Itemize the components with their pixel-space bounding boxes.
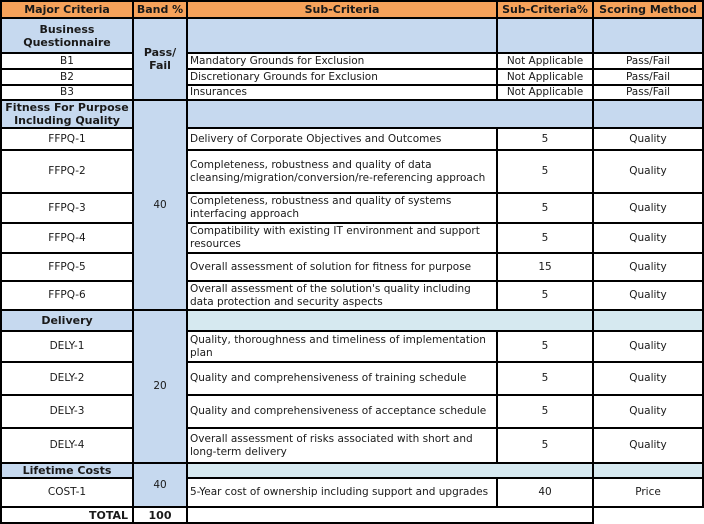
total-spacer	[186, 506, 594, 524]
sub-criteria-pct: 5	[496, 330, 594, 363]
criteria-id: FFPQ-4	[0, 222, 134, 254]
sub-criteria-pct: 5	[496, 222, 594, 254]
criteria-id: FFPQ-2	[0, 149, 134, 194]
criteria-id: FFPQ-3	[0, 192, 134, 224]
sub-criteria-text: Overall assessment of the solution's qua…	[186, 280, 498, 311]
criteria-id: FFPQ-6	[0, 280, 134, 311]
criteria-id: DELY-3	[0, 394, 134, 429]
scoring-method: Quality	[592, 149, 704, 194]
section-spacer	[186, 99, 594, 129]
criteria-id: DELY-4	[0, 427, 134, 464]
section-spacer	[186, 17, 498, 54]
sub-criteria-pct: 5	[496, 192, 594, 224]
total-value: 100	[132, 506, 188, 524]
band-business: Pass/ Fail	[132, 17, 188, 101]
section-fitness-for-purpose: Fitness For Purpose Including Quality	[0, 99, 134, 129]
scoring-method: Quality	[592, 252, 704, 282]
band-delivery: 20	[132, 309, 188, 464]
sub-criteria-text: Overall assessment of risks associated w…	[186, 427, 498, 464]
sub-criteria-pct: 15	[496, 252, 594, 282]
scoring-method: Quality	[592, 127, 704, 151]
sub-criteria-text: Compatibility with existing IT environme…	[186, 222, 498, 254]
section-delivery: Delivery	[0, 309, 134, 332]
band-fitness: 40	[132, 99, 188, 311]
sub-criteria-text: Overall assessment of solution for fitne…	[186, 252, 498, 282]
sub-criteria-text: Quality, thoroughness and timeliness of …	[186, 330, 498, 363]
sub-criteria-text: 5-Year cost of ownership including suppo…	[186, 477, 498, 508]
sub-criteria-pct: 5	[496, 127, 594, 151]
criteria-id: DELY-2	[0, 361, 134, 396]
scoring-method: Quality	[592, 192, 704, 224]
sub-criteria-text: Quality and comprehensiveness of accepta…	[186, 394, 498, 429]
scoring-method: Quality	[592, 330, 704, 363]
section-spacer	[592, 309, 704, 332]
criteria-id: DELY-1	[0, 330, 134, 363]
section-spacer	[496, 17, 594, 54]
criteria-id: FFPQ-1	[0, 127, 134, 151]
sub-criteria-pct: 5	[496, 280, 594, 311]
section-spacer	[186, 309, 594, 332]
scoring-method: Quality	[592, 222, 704, 254]
sub-criteria-pct: 5	[496, 149, 594, 194]
band-lifetime: 40	[132, 462, 188, 508]
scoring-method: Quality	[592, 394, 704, 429]
sub-criteria-pct: 5	[496, 361, 594, 396]
sub-criteria-text: Completeness, robustness and quality of …	[186, 192, 498, 224]
criteria-id: FFPQ-5	[0, 252, 134, 282]
section-spacer	[592, 99, 704, 129]
sub-criteria-text: Quality and comprehensiveness of trainin…	[186, 361, 498, 396]
sub-criteria-text: Delivery of Corporate Objectives and Out…	[186, 127, 498, 151]
scoring-method: Quality	[592, 361, 704, 396]
scoring-method: Quality	[592, 427, 704, 464]
scoring-method: Quality	[592, 280, 704, 311]
criteria-id: COST-1	[0, 477, 134, 508]
sub-criteria-pct: 5	[496, 427, 594, 464]
sub-criteria-text: Completeness, robustness and quality of …	[186, 149, 498, 194]
scoring-method: Price	[592, 477, 704, 508]
section-spacer	[592, 17, 704, 54]
section-business-questionnaire: Business Questionnaire	[0, 17, 134, 54]
sub-criteria-pct: 40	[496, 477, 594, 508]
sub-criteria-pct: 5	[496, 394, 594, 429]
total-label: TOTAL	[0, 506, 134, 524]
